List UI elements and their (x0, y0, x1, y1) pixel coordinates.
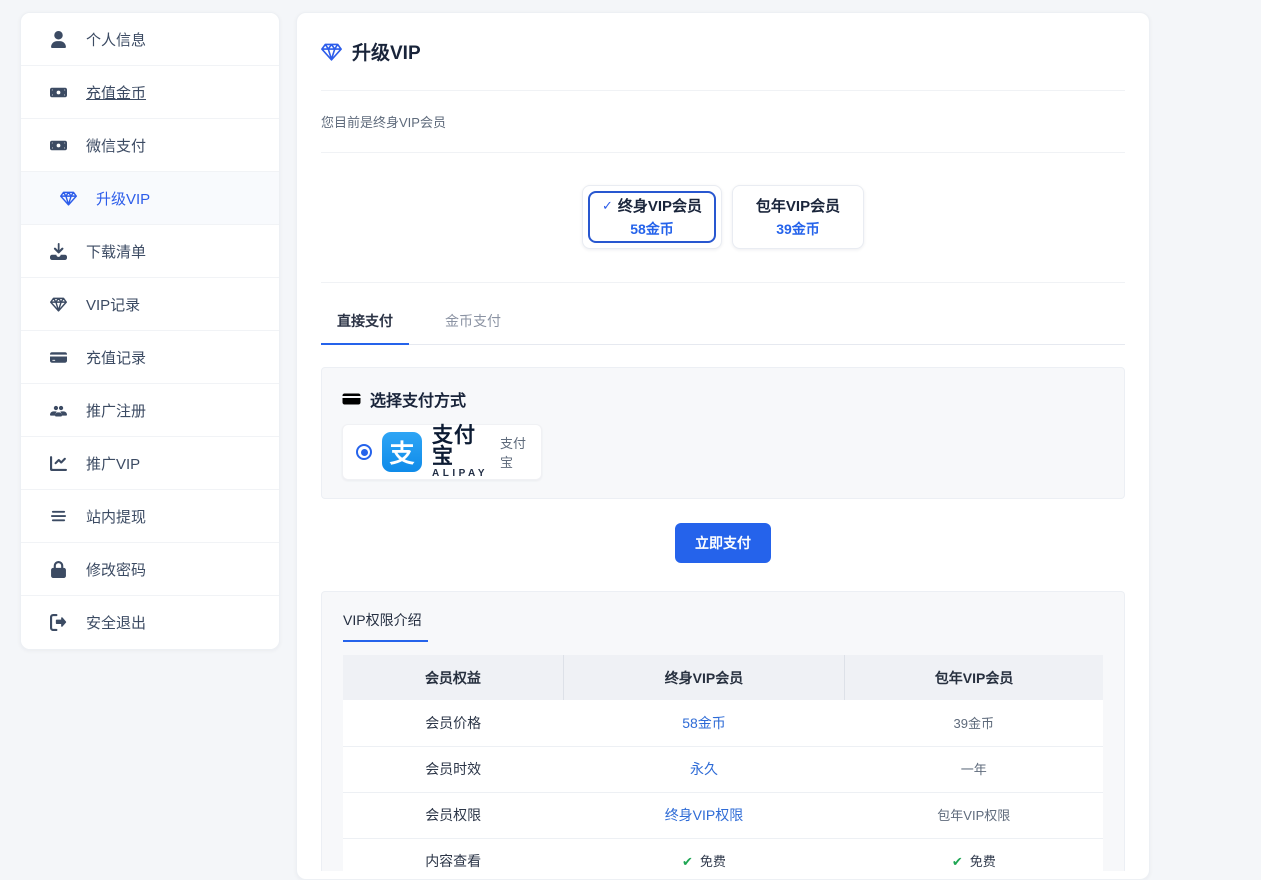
alipay-option[interactable]: 支 支付宝 ALIPAY 支付宝 (342, 424, 542, 480)
user-icon (49, 30, 68, 48)
membership-status-text: 您目前是终身VIP会员 (321, 91, 1125, 153)
payment-section-title: 选择支付方式 (370, 387, 466, 411)
lifetime-price-link[interactable]: 58金币 (682, 715, 726, 731)
upgrade-vip-panel: 升级VIP 您目前是终身VIP会员 ✓ 终身VIP会员 58金币 包年VIP会员… (296, 12, 1150, 880)
sidebar-item-change-password[interactable]: 修改密码 (21, 543, 279, 596)
row-label: 会员权限 (425, 807, 481, 823)
table-row: 会员时效 永久 一年 (343, 746, 1103, 792)
plan-name: 终身VIP会员 (618, 195, 702, 216)
plan-card-lifetime[interactable]: ✓ 终身VIP会员 58金币 (582, 185, 722, 249)
alipay-en-text: ALIPAY (432, 469, 488, 479)
sidebar-item-label: 个人信息 (86, 29, 146, 50)
chart-line-icon (49, 454, 68, 472)
sidebar-item-label: 修改密码 (86, 559, 146, 580)
vip-privileges-section: VIP权限介绍 会员权益 终身VIP会员 包年VIP会员 会员价格 58金币 3… (321, 591, 1125, 871)
row-label: 会员时效 (425, 761, 481, 777)
plan-selected-outline: ✓ 终身VIP会员 58金币 (588, 191, 716, 243)
payment-tabs: 直接支付 金币支付 (321, 311, 1125, 345)
sidebar-item-label: 充值金币 (86, 82, 146, 103)
col-header-benefit: 会员权益 (343, 655, 563, 700)
tab-direct-pay[interactable]: 直接支付 (321, 311, 409, 344)
sidebar-item-label: 充值记录 (86, 347, 146, 368)
money-stack-icon (49, 507, 68, 525)
tab-coin-pay[interactable]: 金币支付 (429, 311, 517, 344)
alipay-logotype: 支付宝 ALIPAY (432, 425, 488, 479)
users-icon (49, 401, 68, 419)
privileges-table: 会员权益 终身VIP会员 包年VIP会员 会员价格 58金币 39金币 会员时效… (343, 655, 1103, 880)
yearly-duration: 一年 (961, 762, 987, 777)
plan-price: 58金币 (630, 219, 674, 239)
check-icon: ✔ (682, 854, 693, 869)
sidebar-item-withdraw[interactable]: 站内提现 (21, 490, 279, 543)
gem-icon (59, 189, 78, 207)
sidebar-item-label: 安全退出 (86, 612, 146, 633)
money-bill-icon (49, 136, 68, 154)
page-header: 升级VIP (321, 13, 1125, 91)
plan-card-yearly[interactable]: 包年VIP会员 39金币 (732, 185, 864, 249)
page-title: 升级VIP (352, 38, 421, 65)
credit-card-icon (49, 348, 68, 366)
plan-price: 39金币 (776, 219, 820, 239)
sidebar-item-label: 站内提现 (86, 506, 146, 527)
table-header-row: 会员权益 终身VIP会员 包年VIP会员 (343, 655, 1103, 700)
sidebar-item-logout[interactable]: 安全退出 (21, 596, 279, 649)
account-sidebar: 个人信息 充值金币 微信支付 升级VIP 下载清单 VIP记录 充值记录 (20, 12, 280, 650)
sidebar-item-promo-register[interactable]: 推广注册 (21, 384, 279, 437)
pay-now-button[interactable]: 立即支付 (675, 523, 771, 563)
sidebar-item-recharge-records[interactable]: 充值记录 (21, 331, 279, 384)
col-header-yearly: 包年VIP会员 (845, 655, 1103, 700)
sidebar-item-promo-vip[interactable]: 推广VIP (21, 437, 279, 490)
radio-selected-icon[interactable] (356, 444, 372, 460)
lifetime-content-access: 免费 (700, 854, 726, 869)
col-header-lifetime: 终身VIP会员 (563, 655, 844, 700)
alipay-logo-icon: 支 (382, 432, 422, 472)
sidebar-item-profile[interactable]: 个人信息 (21, 13, 279, 66)
sidebar-item-label: 下载清单 (86, 241, 146, 262)
table-row: 会员权限 终身VIP权限 包年VIP权限 (343, 792, 1103, 838)
money-bill-icon (49, 83, 68, 101)
check-icon: ✔ (952, 854, 963, 869)
sidebar-item-label: 升级VIP (96, 188, 150, 209)
check-icon: ✓ (602, 198, 613, 214)
lifetime-duration-link[interactable]: 永久 (690, 761, 718, 777)
row-label: 内容查看 (425, 853, 481, 869)
sidebar-item-label: 微信支付 (86, 135, 146, 156)
gem-icon (49, 295, 68, 313)
yearly-rights: 包年VIP权限 (937, 808, 1010, 823)
yearly-price: 39金币 (954, 716, 994, 731)
privileges-tab[interactable]: VIP权限介绍 (343, 610, 428, 642)
lock-icon (49, 560, 68, 578)
sign-out-icon (49, 614, 68, 632)
gem-icon (321, 42, 342, 62)
download-icon (49, 242, 68, 260)
sidebar-item-label: 推广注册 (86, 400, 146, 421)
plan-selector: ✓ 终身VIP会员 58金币 包年VIP会员 39金币 (321, 153, 1125, 283)
sidebar-item-download-list[interactable]: 下载清单 (21, 225, 279, 278)
plan-name: 包年VIP会员 (756, 195, 840, 216)
alipay-option-label: 支付宝 (500, 433, 528, 471)
table-row: 会员价格 58金币 39金币 (343, 700, 1103, 746)
sidebar-item-upgrade-vip[interactable]: 升级VIP (21, 172, 279, 225)
row-label: 会员价格 (425, 715, 481, 731)
credit-card-icon (342, 391, 361, 407)
sidebar-item-label: 推广VIP (86, 453, 140, 474)
payment-method-section: 选择支付方式 支 支付宝 ALIPAY 支付宝 (321, 367, 1125, 499)
sidebar-item-label: VIP记录 (86, 294, 140, 315)
sidebar-item-recharge-coins[interactable]: 充值金币 (21, 66, 279, 119)
sidebar-item-vip-records[interactable]: VIP记录 (21, 278, 279, 331)
lifetime-rights-link[interactable]: 终身VIP权限 (665, 807, 744, 823)
yearly-content-access: 免费 (970, 854, 996, 869)
sidebar-item-wechat-pay[interactable]: 微信支付 (21, 119, 279, 172)
table-row: 内容查看 ✔ 免费 ✔ 免费 (343, 838, 1103, 880)
alipay-cn-text: 支付宝 (432, 425, 488, 467)
